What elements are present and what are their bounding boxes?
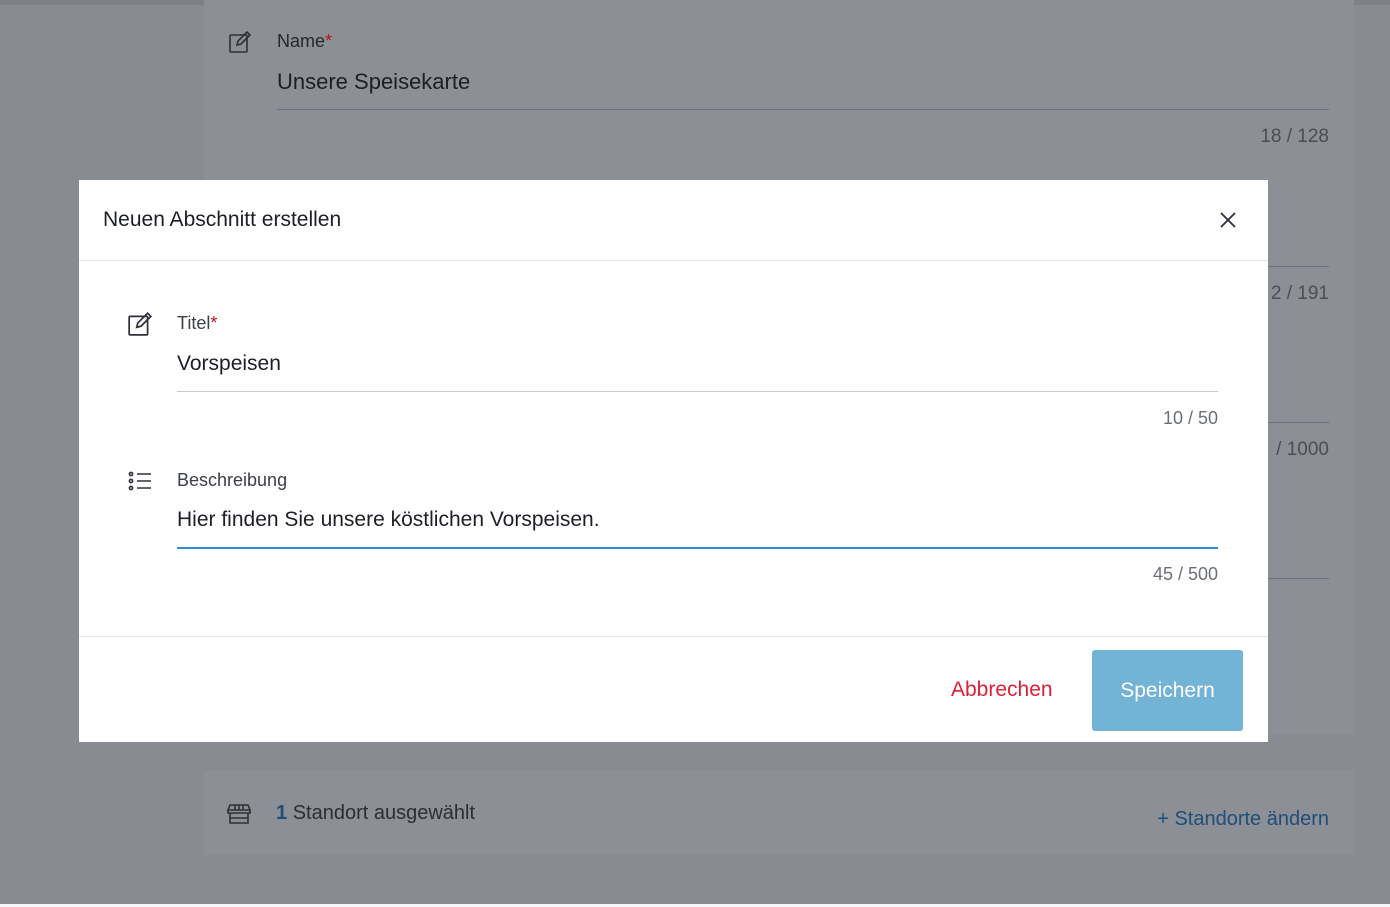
title-input-underline bbox=[177, 391, 1218, 392]
title-input[interactable] bbox=[177, 346, 1217, 382]
name-field-value[interactable]: Unsere Speisekarte bbox=[277, 69, 470, 95]
dialog-footer: Abbrechen Speichern bbox=[79, 636, 1268, 743]
hidden-field-counter: / 1000 bbox=[1276, 439, 1329, 460]
title-field-label: Titel* bbox=[177, 313, 218, 333]
save-button[interactable]: Speichern bbox=[1092, 650, 1243, 731]
cancel-button[interactable]: Abbrechen bbox=[951, 675, 1053, 705]
dialog-header: Neuen Abschnitt erstellen bbox=[79, 180, 1268, 261]
description-char-counter: 45 / 500 bbox=[1152, 564, 1218, 584]
description-input-underline-focused bbox=[177, 547, 1218, 549]
location-summary: 1 Standort ausgewählt bbox=[276, 802, 476, 824]
edit-icon bbox=[128, 311, 153, 336]
name-field-counter: 18 / 128 bbox=[1260, 126, 1329, 147]
name-field-label: Name* bbox=[277, 31, 333, 51]
store-icon bbox=[226, 804, 252, 824]
title-char-counter: 10 / 50 bbox=[1162, 408, 1218, 428]
description-field-label: Beschreibung bbox=[177, 470, 288, 490]
dialog-title: Neuen Abschnitt erstellen bbox=[103, 208, 342, 231]
change-locations-link[interactable]: + Standorte ändern bbox=[1157, 808, 1329, 831]
list-icon bbox=[128, 471, 151, 491]
edit-icon bbox=[229, 30, 252, 53]
create-section-dialog: Neuen Abschnitt erstellen Titel* 10 / 50… bbox=[79, 180, 1268, 742]
close-icon[interactable] bbox=[1216, 208, 1240, 232]
description-input[interactable] bbox=[177, 502, 1217, 538]
hidden-field-counter: 2 / 191 bbox=[1270, 283, 1329, 304]
name-field-underline bbox=[277, 109, 1329, 110]
